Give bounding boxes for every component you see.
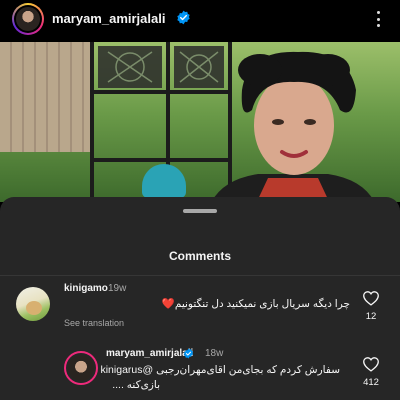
see-translation-link[interactable]: See translation — [64, 318, 124, 328]
verified-badge-icon — [183, 348, 194, 359]
verified-badge-icon — [177, 10, 190, 25]
avatar-image — [16, 7, 40, 31]
reply-time: 18w — [205, 348, 224, 359]
reply-text-line2: بازی‌کنه .... — [112, 379, 160, 391]
post-header: maryam_amirjalali — [0, 0, 400, 38]
comment-time: 19w — [108, 283, 127, 294]
fence-decor — [0, 42, 90, 152]
profile-avatar[interactable] — [12, 3, 44, 35]
comments-sheet: Comments kinigamo 19w چرا دیگه سریال باز… — [0, 197, 400, 400]
comment-username[interactable]: kinigamo — [64, 283, 108, 294]
comment-text: چرا دیگه سریال بازی نمیکنید دل تنگتونیم❤… — [161, 298, 350, 310]
more-options-icon[interactable] — [370, 8, 386, 30]
like-heart-icon[interactable] — [362, 290, 380, 306]
profile-username[interactable]: maryam_amirjalali — [52, 11, 165, 26]
comment-avatar[interactable] — [16, 287, 50, 321]
reply-username[interactable]: maryam_amirjalali — [106, 348, 193, 359]
divider — [0, 275, 400, 276]
like-count: 412 — [363, 377, 379, 388]
like-count: 12 — [365, 311, 377, 322]
reply-avatar[interactable] — [64, 351, 98, 385]
post-media-image[interactable] — [0, 42, 400, 202]
drag-handle[interactable] — [183, 209, 217, 213]
like-heart-icon[interactable] — [362, 356, 380, 372]
person-photo — [211, 51, 375, 202]
reply-text-line1: سفارش کردم که بجای‌من اقای‌مهران‌رجبی @k… — [100, 364, 340, 376]
comments-title: Comments — [168, 249, 231, 263]
